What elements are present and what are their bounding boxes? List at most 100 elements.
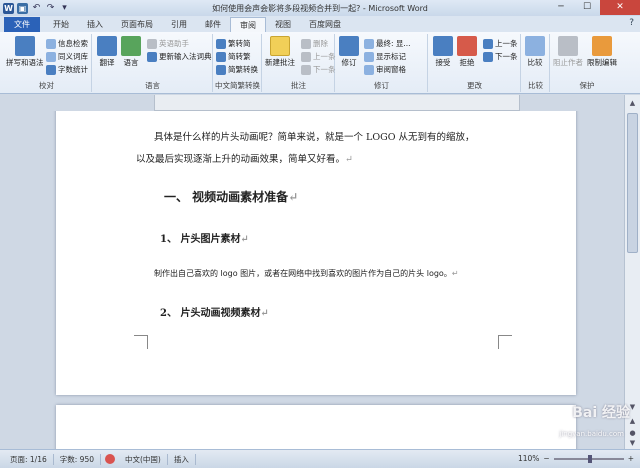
restrict-editing-button[interactable]: 限制编辑 (587, 36, 617, 68)
close-button[interactable]: ✕ (600, 0, 640, 15)
group-label-changes: 更改 (467, 81, 482, 90)
prev-comment-button[interactable]: 上一条 (301, 51, 336, 62)
tab-page-layout[interactable]: 页面布局 (112, 17, 162, 32)
zoom-in-icon[interactable]: + (628, 454, 634, 463)
group-compare: 比较 比较 (522, 34, 550, 92)
prev-change-button[interactable]: 上一条 (483, 38, 518, 49)
group-label-comments: 批注 (291, 81, 306, 90)
lock-icon (592, 36, 612, 56)
display-review-icon (364, 38, 374, 49)
group-changes: 接受 拒绝 上一条 下一条 更改 (429, 34, 521, 92)
group-chinese-conversion: 繁转简 简转繁 简繁转换 中文简繁转换 (214, 34, 262, 92)
ruler-area (0, 95, 640, 111)
track-changes-icon (339, 36, 359, 56)
tab-file[interactable]: 文件 (4, 17, 40, 32)
proofing-error-icon[interactable] (105, 454, 115, 464)
compare-button[interactable]: 比较 (525, 36, 545, 68)
horizontal-ruler[interactable] (154, 95, 520, 111)
status-word-count[interactable]: 字数: 950 (54, 453, 101, 465)
delete-comment-button[interactable]: 删除 (301, 38, 328, 49)
block-authors-button[interactable]: 阻止作者 (553, 36, 583, 68)
research-icon (46, 38, 56, 49)
help-icon[interactable]: ? (629, 18, 634, 28)
thesaurus-button[interactable]: 同义词库 (46, 51, 88, 62)
simp-to-trad-icon (216, 51, 226, 62)
tab-insert[interactable]: 插入 (78, 17, 112, 32)
paragraph-1[interactable]: 具体是什么样的片头动画呢？简单来说，就是一个 LOGO 从无到有的缩放， (154, 129, 475, 143)
research-button[interactable]: 信息检索 (46, 38, 88, 49)
accept-icon (433, 36, 453, 56)
status-insert-mode[interactable]: 插入 (168, 453, 196, 465)
group-comments: 新建批注 删除 上一条 下一条 批注 (263, 34, 336, 92)
language-button[interactable]: 语言 (121, 36, 141, 68)
word-app-icon[interactable]: W (3, 2, 14, 14)
accept-button[interactable]: 接受 (433, 36, 453, 68)
group-protect: 阻止作者 限制编辑 保护 (551, 34, 623, 92)
translate-icon (97, 36, 117, 56)
zoom-level[interactable]: 110% (518, 454, 539, 463)
track-changes-button[interactable]: 修订 (339, 36, 359, 68)
minimize-button[interactable]: ─ (548, 0, 574, 15)
heading-2-image-assets[interactable]: 1、 片头图片素材↵ (160, 230, 249, 245)
save-icon[interactable]: ▣ (17, 2, 28, 14)
heading-1[interactable]: 一、 视频动画素材准备↵ (164, 188, 298, 205)
tab-references[interactable]: 引用 (162, 17, 196, 32)
word-count-icon (46, 64, 56, 75)
group-label-protect: 保护 (579, 81, 595, 90)
review-pane-button[interactable]: 审阅窗格 (364, 64, 406, 75)
zoom-slider-knob[interactable] (587, 454, 592, 463)
zoom-out-icon[interactable]: − (543, 454, 549, 463)
reject-button[interactable]: 拒绝 (457, 36, 477, 68)
zoom-control: 110% − + (518, 454, 634, 463)
chinese-convert-icon (216, 64, 226, 75)
baidu-watermark: Bai 经验 (572, 405, 630, 421)
show-markup-icon (364, 51, 374, 62)
english-assistant-button[interactable]: 英语助手 (147, 38, 189, 49)
tab-home[interactable]: 开始 (44, 17, 78, 32)
status-language[interactable]: 中文(中国) (119, 453, 168, 465)
customize-qat-icon[interactable]: ▾ (59, 3, 70, 14)
trad-to-simp-button[interactable]: 繁转简 (216, 38, 251, 49)
group-label-chinese: 中文简繁转换 (215, 81, 260, 90)
simp-to-trad-button[interactable]: 简转繁 (216, 51, 251, 62)
paragraph-2[interactable]: 以及最后实现逐渐上升的动画效果，简单又好看。↵ (136, 151, 353, 165)
next-comment-icon (301, 64, 311, 75)
next-page-icon[interactable]: ▼ (625, 437, 640, 449)
next-change-button[interactable]: 下一条 (483, 51, 518, 62)
vertical-scrollbar[interactable]: ▲ ▼ ▲ ● ▼ (624, 95, 640, 449)
document-page[interactable]: 具体是什么样的片头动画呢？简单来说，就是一个 LOGO 从无到有的缩放， 以及最… (56, 95, 576, 395)
ribbon: 拼写和语法 信息检索 同义词库 字数统计 校对 翻译 语言 英语助手 更新输入法… (0, 32, 640, 94)
update-ime-button[interactable]: 更新输入法词典 (147, 51, 212, 62)
status-bar: 页面: 1/16 字数: 950 中文(中国) 插入 110% − + (0, 449, 640, 468)
new-comment-button[interactable]: 新建批注 (265, 36, 295, 68)
compare-icon (525, 36, 545, 56)
chinese-convert-button[interactable]: 简繁转换 (216, 64, 258, 75)
redo-icon[interactable]: ↷ (45, 3, 56, 14)
undo-icon[interactable]: ↶ (31, 3, 42, 14)
baidu-watermark-url: jingyan.baidu.com (559, 430, 624, 438)
thesaurus-icon (46, 51, 56, 62)
scroll-thumb[interactable] (627, 113, 638, 253)
display-for-review-dropdown[interactable]: 最终: 显... (364, 38, 411, 49)
tab-mailings[interactable]: 邮件 (196, 17, 230, 32)
reject-icon (457, 36, 477, 56)
group-proofing: 拼写和语法 信息检索 同义词库 字数统计 校对 (2, 34, 92, 92)
document-area[interactable]: 具体是什么样的片头动画呢？简单来说，就是一个 LOGO 从无到有的缩放， 以及最… (0, 95, 624, 449)
tab-review[interactable]: 审阅 (230, 17, 266, 32)
status-page[interactable]: 页面: 1/16 (4, 453, 54, 465)
next-comment-button[interactable]: 下一条 (301, 64, 336, 75)
tab-baidu-netdisk[interactable]: 百度网盘 (300, 17, 350, 32)
scroll-up-icon[interactable]: ▲ (625, 97, 640, 109)
zoom-slider[interactable] (553, 454, 624, 463)
show-markup-button[interactable]: 显示标记 (364, 51, 406, 62)
translate-button[interactable]: 翻译 (97, 36, 117, 68)
prev-change-icon (483, 38, 493, 49)
heading-2-video-assets[interactable]: 2、 片头动画视频素材↵ (160, 304, 269, 319)
word-count-button[interactable]: 字数统计 (46, 64, 88, 75)
body-paragraph[interactable]: 制作出自己喜欢的 logo 图片，或者在网络中找到喜欢的图片作为自己的片头 lo… (154, 268, 459, 279)
tab-view[interactable]: 视图 (266, 17, 300, 32)
document-page-2[interactable] (56, 405, 576, 449)
group-language: 翻译 语言 英语助手 更新输入法词典 语言 (93, 34, 213, 92)
maximize-button[interactable]: ☐ (574, 0, 600, 15)
spelling-button[interactable]: 拼写和语法 (6, 36, 44, 68)
